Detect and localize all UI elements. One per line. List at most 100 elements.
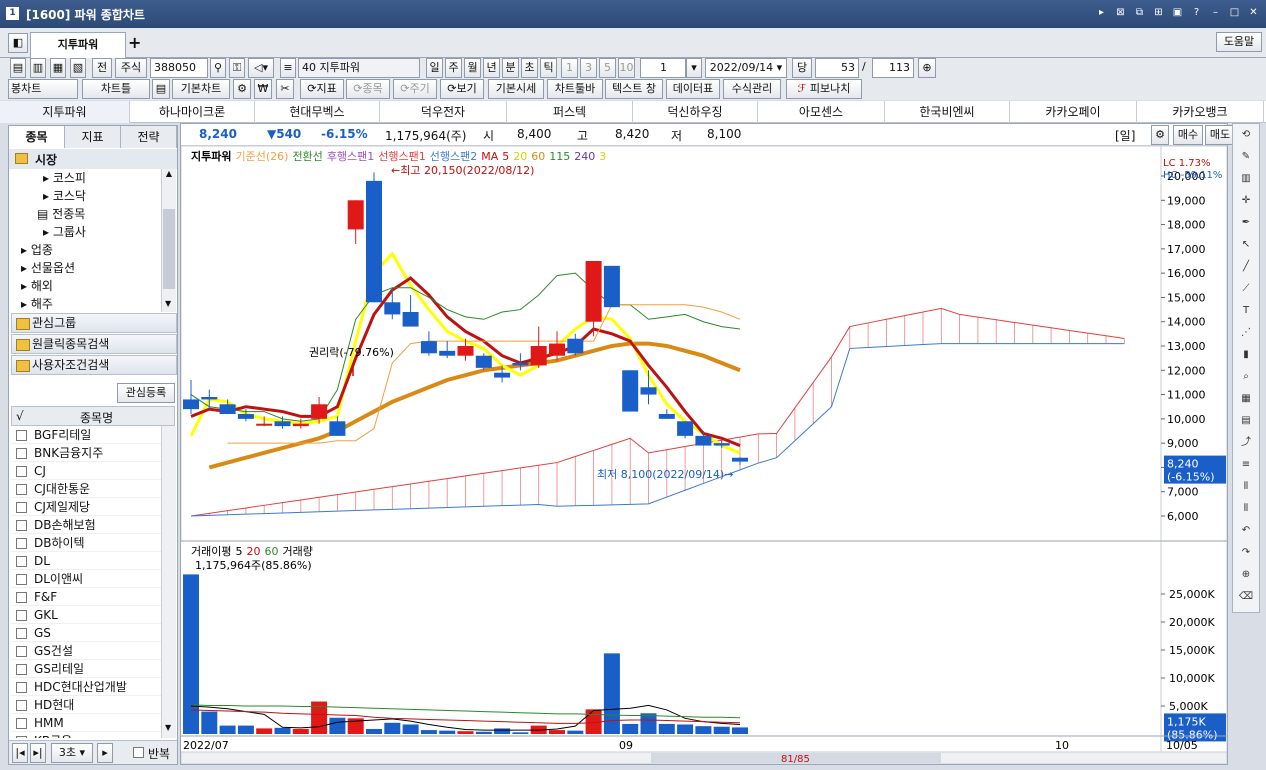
bar-icon[interactable]: ▮ xyxy=(1233,344,1259,366)
redo-icon[interactable]: ↷ xyxy=(1233,542,1259,564)
list-item[interactable]: DL이앤씨 xyxy=(11,570,161,588)
sound-icon[interactable]: ◁▾ xyxy=(248,58,274,78)
price-chart[interactable]: 20,00019,00018,00017,00016,00015,00014,0… xyxy=(181,146,1227,764)
scroll-up-icon[interactable]: ▲ xyxy=(162,169,176,178)
view-button[interactable]: ⟳보기 xyxy=(440,79,484,99)
tree-item-futures[interactable]: ▸ 선물옵션 xyxy=(21,259,75,277)
stock-quick-item[interactable]: 덕신하우징 xyxy=(633,101,758,123)
equal-icon[interactable]: ≡ xyxy=(1233,454,1259,476)
list-item[interactable]: BNK금융지주 xyxy=(11,444,161,462)
layout3-icon[interactable]: ▦ xyxy=(50,58,66,78)
text-icon[interactable]: T xyxy=(1233,300,1259,322)
minimize-icon[interactable]: – xyxy=(1209,6,1222,19)
calendar-icon[interactable]: ▤ xyxy=(1233,410,1259,432)
zoom-icon[interactable]: ⊕ xyxy=(918,58,936,78)
fibonacci-button[interactable]: ℱ 피보나치 xyxy=(786,79,862,99)
period-btn[interactable]: 분 xyxy=(502,58,519,78)
search-icon[interactable]: ⚲ xyxy=(210,58,226,78)
candle-icon[interactable]: ▥ xyxy=(1233,168,1259,190)
tree-item-kospi[interactable]: ▸ 코스피 xyxy=(43,169,86,187)
vlines2-icon[interactable]: ⦀ xyxy=(1233,498,1259,520)
vlines-icon[interactable]: ⦀ xyxy=(1233,476,1259,498)
save-icon[interactable]: ▣ xyxy=(1171,6,1184,19)
list-item[interactable]: HD현대 xyxy=(11,696,161,714)
scroll-down-icon[interactable]: ▼ xyxy=(165,299,171,308)
list-item-checkbox[interactable] xyxy=(16,664,27,675)
tab-indicators[interactable]: 지표 xyxy=(65,126,121,148)
list-item-checkbox[interactable] xyxy=(16,592,27,603)
stock-code-input[interactable]: 388050 xyxy=(150,58,208,78)
interval-num-btn[interactable]: 10 xyxy=(618,58,635,78)
chart-frame-select[interactable]: 차트틀 xyxy=(82,79,150,99)
period-btn[interactable]: 년 xyxy=(483,58,500,78)
help-button[interactable]: 도움말 xyxy=(1216,32,1262,52)
group-oneclick[interactable]: 원클릭종목검색 xyxy=(11,334,177,354)
play-icon[interactable]: ▸ xyxy=(97,743,113,763)
list-item[interactable]: KB금융 xyxy=(11,732,161,738)
list-item-checkbox[interactable] xyxy=(16,466,27,477)
sell-button[interactable]: 매도 xyxy=(1205,125,1235,145)
settings-icon[interactable]: ⚙ xyxy=(233,79,251,99)
list-item-checkbox[interactable] xyxy=(16,700,27,711)
list-item-checkbox[interactable] xyxy=(16,574,27,585)
stock-quick-item[interactable]: 하나마이크론 xyxy=(130,101,255,123)
stock-button[interactable]: ⟳종목 xyxy=(346,79,390,99)
layout2-icon[interactable]: ▥ xyxy=(30,58,46,78)
grid-icon[interactable]: ▦ xyxy=(1233,388,1259,410)
zoom-chart-icon[interactable]: ⌕ xyxy=(1233,366,1259,388)
list-item-checkbox[interactable] xyxy=(16,502,27,513)
cross-icon[interactable]: ✛ xyxy=(1233,190,1259,212)
list-item[interactable]: GKL xyxy=(11,606,161,624)
layout-icon[interactable]: ⊞ xyxy=(1152,6,1165,19)
list-item[interactable]: DB손해보험 xyxy=(11,516,161,534)
interval-num-btn[interactable]: 5 xyxy=(599,58,616,78)
list-item[interactable]: GS건설 xyxy=(11,642,161,660)
period-btn[interactable]: 초 xyxy=(521,58,538,78)
key-icon[interactable]: ⚿ xyxy=(229,58,245,78)
tree-item-group[interactable]: ▸ 그룹사 xyxy=(43,223,86,241)
list-item[interactable]: DB하이텍 xyxy=(11,534,161,552)
help-icon[interactable]: ? xyxy=(1190,6,1203,19)
stock-quick-item[interactable]: 퍼스텍 xyxy=(507,101,633,123)
panel-toggle-icon[interactable]: ◧ xyxy=(8,33,28,53)
group-user-condition[interactable]: 사용자조건검색 xyxy=(11,355,177,375)
undo-icon[interactable]: ↶ xyxy=(1233,520,1259,542)
prev-icon[interactable]: |◂ xyxy=(12,743,28,763)
market-folder[interactable]: 시장 xyxy=(9,149,177,169)
list-item[interactable]: BGF리테일 xyxy=(11,426,161,444)
magnify-icon[interactable]: ⊕ xyxy=(1233,564,1259,586)
list-item[interactable]: HMM xyxy=(11,714,161,732)
close-icon[interactable]: ✕ xyxy=(1247,6,1260,19)
interval-num-btn[interactable]: 3 xyxy=(580,58,597,78)
line-icon[interactable]: ╱ xyxy=(1233,256,1259,278)
tree-item-sector[interactable]: ▸ 업종 xyxy=(21,241,53,259)
stock-quick-item[interactable]: 카카오뱅크 xyxy=(1137,101,1264,123)
interval-num-btn[interactable]: 1 xyxy=(561,58,578,78)
today-button[interactable]: 당 xyxy=(792,58,812,78)
chart-settings-icon[interactable]: ⚙ xyxy=(1151,125,1169,145)
interval-select[interactable]: 3초 ▾ xyxy=(51,743,93,763)
chart-type-select[interactable]: 봉차트 xyxy=(8,79,78,99)
default-chart-button[interactable]: 기본차트 xyxy=(172,79,230,99)
stock-quick-item[interactable]: 카카오페이 xyxy=(1010,101,1137,123)
data-table-button[interactable]: 데이터표 xyxy=(666,79,720,99)
buy-button[interactable]: 매수 xyxy=(1173,125,1203,145)
tab-stocks[interactable]: 종목 xyxy=(9,126,65,148)
repeat-checkbox[interactable] xyxy=(133,747,144,758)
period-btn[interactable]: 일 xyxy=(426,58,443,78)
text-window-button[interactable]: 텍스트 창 xyxy=(605,79,663,99)
share-icon[interactable]: ⤴ xyxy=(1233,432,1259,454)
list-item[interactable]: GS xyxy=(11,624,161,642)
tree-item-all[interactable]: ▤ 전종목 xyxy=(37,205,85,223)
auto-line-icon[interactable]: ⟋ xyxy=(1233,278,1259,300)
tree-scrollbar[interactable]: ▲ ▼ xyxy=(161,169,176,312)
list-item[interactable]: CJ대한통운 xyxy=(11,480,161,498)
front-button[interactable]: 전 xyxy=(92,58,112,78)
market-type-select[interactable]: 주식 xyxy=(115,58,147,78)
register-interest-button[interactable]: 관심등록 xyxy=(117,383,175,403)
tree-item-overseas[interactable]: ▸ 해외 xyxy=(21,277,53,295)
indicator-button[interactable]: ⟳지표 xyxy=(300,79,344,99)
formula-button[interactable]: 수식관리 xyxy=(723,79,781,99)
tree-item-kosdaq[interactable]: ▸ 코스닥 xyxy=(43,187,86,205)
list-item-checkbox[interactable] xyxy=(16,556,27,567)
